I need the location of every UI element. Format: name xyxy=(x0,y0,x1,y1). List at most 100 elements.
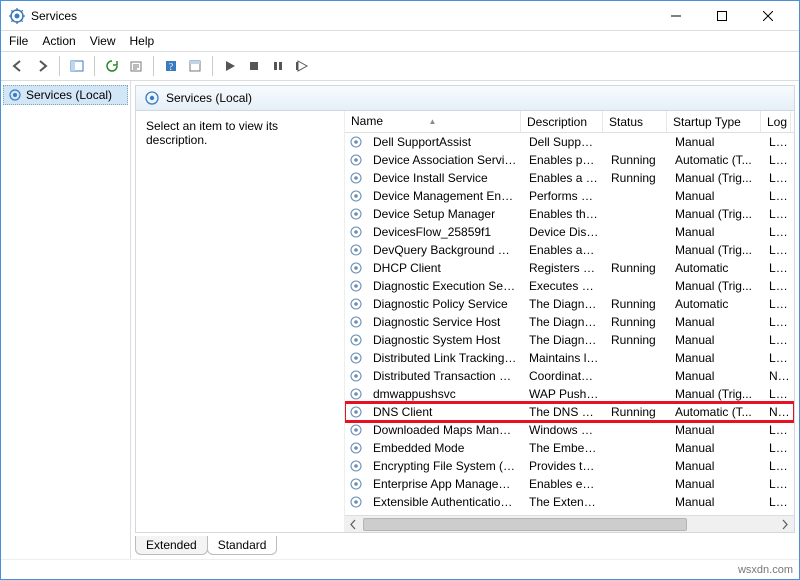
content-header: Services (Local) xyxy=(135,85,795,111)
service-list-pane: ▲ Description Status Startup Type Log Na… xyxy=(344,111,794,532)
menubar: File Action View Help xyxy=(1,31,799,51)
service-row[interactable]: Device Management Enroll...Performs D...… xyxy=(345,187,794,205)
service-name: Dell SupportAssist xyxy=(367,135,523,149)
service-row[interactable]: DHCP ClientRegisters an...RunningAutomat… xyxy=(345,259,794,277)
column-headers: ▲ Description Status Startup Type Log xyxy=(345,111,794,133)
service-startup: Manual xyxy=(669,189,763,203)
show-hide-tree-button[interactable] xyxy=(66,55,88,77)
tree-root-services-local[interactable]: Services (Local) xyxy=(3,85,128,105)
service-startup: Manual xyxy=(669,351,763,365)
column-log-on-as[interactable]: Log xyxy=(761,111,791,132)
menu-file[interactable]: File xyxy=(9,34,28,48)
service-name: DevicesFlow_25859f1 xyxy=(367,225,523,239)
services-app-icon xyxy=(9,8,25,24)
service-row[interactable]: Enterprise App Managemen...Enables ent..… xyxy=(345,475,794,493)
forward-button[interactable] xyxy=(31,55,53,77)
tab-extended[interactable]: Extended xyxy=(135,536,208,555)
content-body: Select an item to view its description. … xyxy=(135,111,795,533)
refresh-button[interactable] xyxy=(101,55,123,77)
service-name: Enterprise App Managemen... xyxy=(367,477,523,491)
service-row[interactable]: Embedded ModeThe Embed...ManualLoc xyxy=(345,439,794,457)
service-logon: Loc xyxy=(763,423,793,437)
menu-action[interactable]: Action xyxy=(42,34,75,48)
service-description: The Diagno... xyxy=(523,333,605,347)
service-name: Embedded Mode xyxy=(367,441,523,455)
service-row[interactable]: Downloaded Maps ManagerWindows se...Manu… xyxy=(345,421,794,439)
service-row[interactable]: Diagnostic System HostThe Diagno...Runni… xyxy=(345,331,794,349)
service-row[interactable]: Dell SupportAssistDell Suppor...ManualLo… xyxy=(345,133,794,151)
service-row[interactable]: Device Setup ManagerEnables the ...Manua… xyxy=(345,205,794,223)
service-logon: Loc xyxy=(763,315,793,329)
service-status: Running xyxy=(605,405,669,419)
service-status: Running xyxy=(605,333,669,347)
menu-help[interactable]: Help xyxy=(130,34,155,48)
scroll-left-icon[interactable] xyxy=(345,516,362,533)
service-row[interactable]: Device Install ServiceEnables a c...Runn… xyxy=(345,169,794,187)
service-name: Device Association Service xyxy=(367,153,523,167)
service-name: Device Management Enroll... xyxy=(367,189,523,203)
service-description: Enables app... xyxy=(523,243,605,257)
help-button[interactable]: ? xyxy=(160,55,182,77)
service-description: Performs D... xyxy=(523,189,605,203)
toolbar-separator xyxy=(153,56,154,76)
service-row[interactable]: DNS ClientThe DNS Cli...RunningAutomatic… xyxy=(345,403,794,421)
service-row[interactable]: Diagnostic Execution ServiceExecutes dia… xyxy=(345,277,794,295)
service-row[interactable]: DevQuery Background Disc...Enables app..… xyxy=(345,241,794,259)
service-logon: Loc xyxy=(763,225,793,239)
service-gear-icon xyxy=(349,315,365,329)
service-gear-icon xyxy=(349,495,365,509)
gear-icon xyxy=(144,90,160,106)
service-logon: Loc xyxy=(763,351,793,365)
service-startup: Manual (Trig... xyxy=(669,207,763,221)
service-gear-icon xyxy=(349,477,365,491)
service-row[interactable]: Distributed Transaction Co...Coordinates… xyxy=(345,367,794,385)
column-startup-type[interactable]: Startup Type xyxy=(667,111,761,132)
maximize-button[interactable] xyxy=(699,1,745,31)
restart-service-button[interactable] xyxy=(291,55,313,77)
service-logon: Net xyxy=(763,369,793,383)
service-gear-icon xyxy=(349,171,365,185)
service-logon: Loc xyxy=(763,387,793,401)
service-name: Device Setup Manager xyxy=(367,207,523,221)
watermark: wsxdn.com xyxy=(738,564,793,576)
column-description[interactable]: Description xyxy=(521,111,603,132)
service-row[interactable]: DevicesFlow_25859f1Device Disc...ManualL… xyxy=(345,223,794,241)
service-name: Distributed Transaction Co... xyxy=(367,369,523,383)
service-row[interactable]: Diagnostic Policy ServiceThe Diagno...Ru… xyxy=(345,295,794,313)
service-name: DHCP Client xyxy=(367,261,523,275)
export-button[interactable] xyxy=(125,55,147,77)
pause-service-button[interactable] xyxy=(267,55,289,77)
service-startup: Manual xyxy=(669,495,763,509)
service-row[interactable]: Device Association ServiceEnables pair..… xyxy=(345,151,794,169)
service-row[interactable]: Encrypting File System (EFS)Provides th.… xyxy=(345,457,794,475)
service-gear-icon xyxy=(349,369,365,383)
scrollbar-thumb[interactable] xyxy=(363,518,687,531)
content-pane: Services (Local) Select an item to view … xyxy=(131,81,799,559)
menu-view[interactable]: View xyxy=(90,34,116,48)
stop-service-button[interactable] xyxy=(243,55,265,77)
tab-standard[interactable]: Standard xyxy=(207,536,278,555)
service-row[interactable]: Diagnostic Service HostThe Diagno...Runn… xyxy=(345,313,794,331)
properties-button[interactable] xyxy=(184,55,206,77)
column-name-label[interactable]: Name xyxy=(351,114,383,128)
service-logon: Loc xyxy=(763,207,793,221)
service-startup: Manual xyxy=(669,423,763,437)
scroll-right-icon[interactable] xyxy=(777,516,794,533)
horizontal-scrollbar[interactable] xyxy=(345,515,794,532)
service-description: Provides th... xyxy=(523,459,605,473)
service-logon: Loc xyxy=(763,261,793,275)
service-startup: Automatic (T... xyxy=(669,405,763,419)
service-description: The Extensi... xyxy=(523,495,605,509)
service-row[interactable]: Distributed Link Tracking Cl...Maintains… xyxy=(345,349,794,367)
footer: wsxdn.com xyxy=(1,559,799,579)
service-startup: Manual (Trig... xyxy=(669,243,763,257)
start-service-button[interactable] xyxy=(219,55,241,77)
service-startup: Automatic xyxy=(669,297,763,311)
service-gear-icon xyxy=(349,225,365,239)
service-row[interactable]: Extensible Authentication P...The Extens… xyxy=(345,493,794,511)
close-button[interactable] xyxy=(745,1,791,31)
minimize-button[interactable] xyxy=(653,1,699,31)
back-button[interactable] xyxy=(7,55,29,77)
column-status[interactable]: Status xyxy=(603,111,667,132)
service-row[interactable]: dmwappushsvcWAP Push ...Manual (Trig...L… xyxy=(345,385,794,403)
